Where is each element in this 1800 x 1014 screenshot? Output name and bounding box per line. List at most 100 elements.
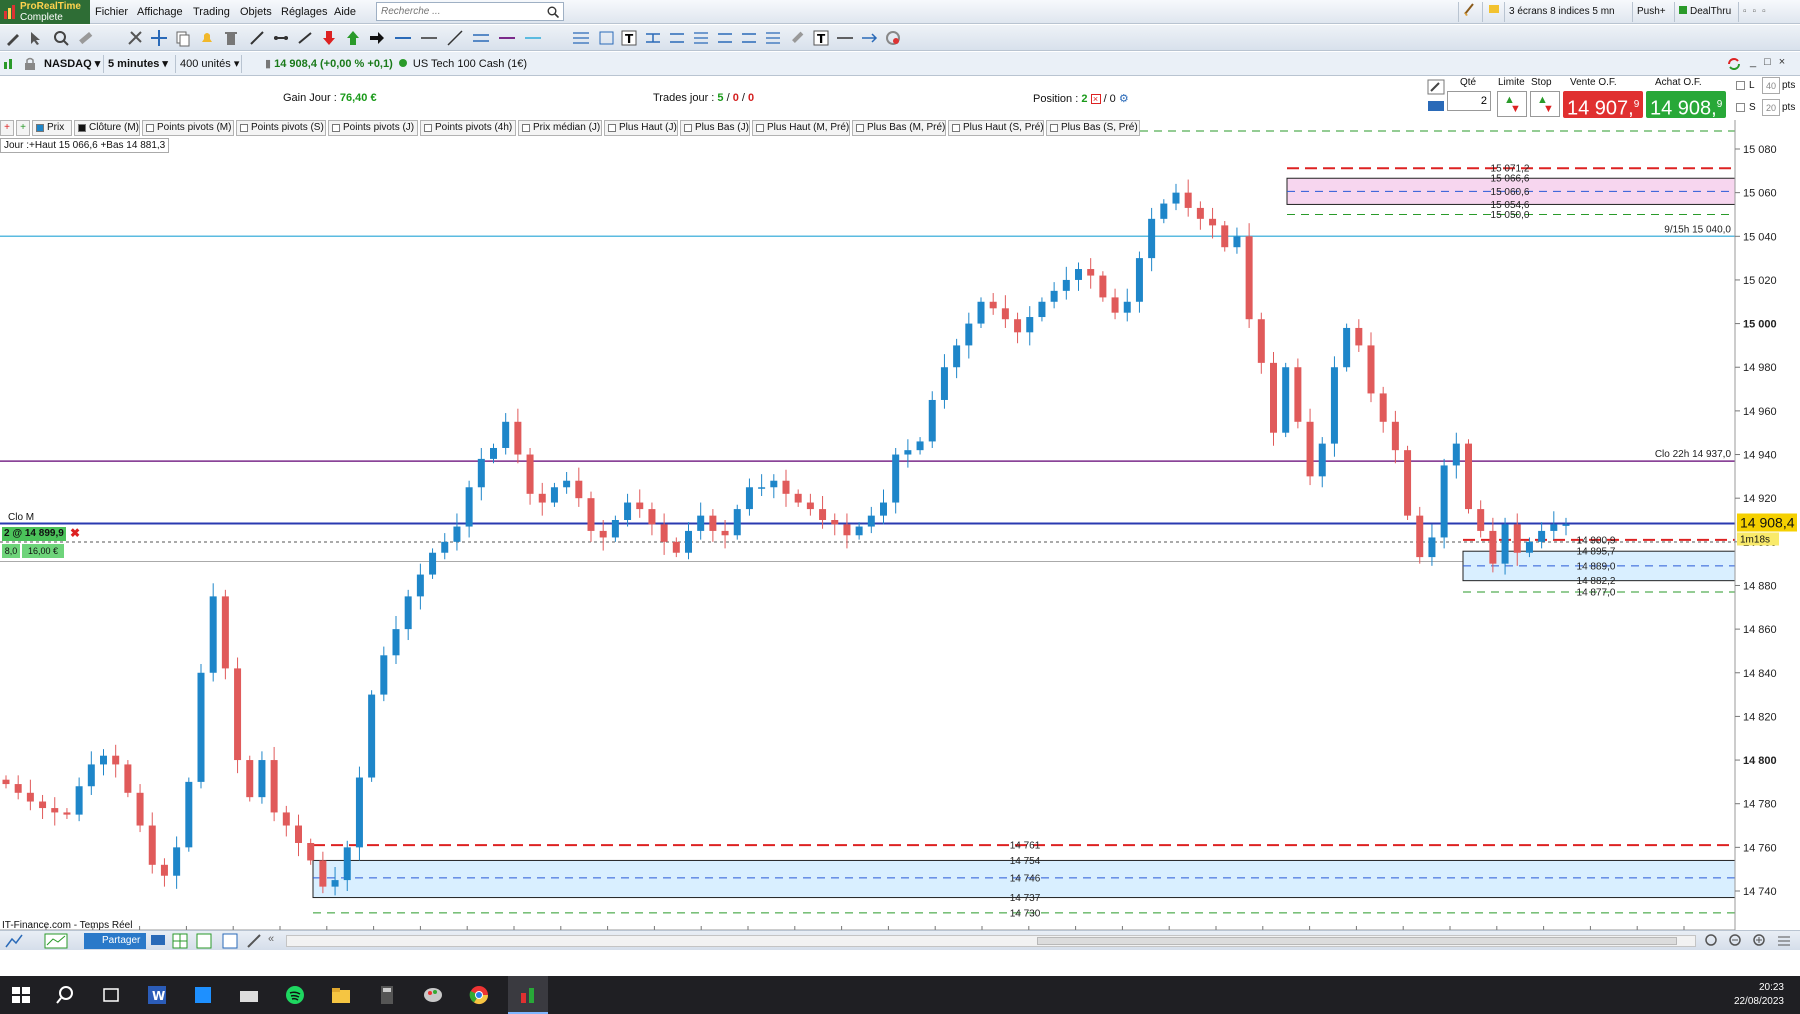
- file-explorer-icon[interactable]: [330, 985, 352, 1005]
- tools-icon[interactable]: [126, 29, 144, 47]
- windows-app-icon[interactable]: [192, 985, 214, 1005]
- trendline-icon[interactable]: [248, 29, 266, 47]
- share-button[interactable]: Partager: [84, 933, 147, 949]
- legend-plus-haut-s[interactable]: Plus Haut (S, Pré): [948, 120, 1044, 136]
- legend-plus-haut-m[interactable]: Plus Haut (M, Pré): [752, 120, 850, 136]
- menu-trading[interactable]: Trading: [193, 6, 230, 18]
- range3-icon[interactable]: [692, 29, 710, 47]
- lock-icon[interactable]: [24, 57, 36, 71]
- horizontal-line-icon[interactable]: [394, 29, 412, 47]
- zoom-fit-icon[interactable]: [1704, 933, 1720, 949]
- legend-plus-bas-m[interactable]: Plus Bas (M, Pré): [852, 120, 946, 136]
- buy-button[interactable]: 14 908,9: [1646, 91, 1726, 120]
- chart-style-icon[interactable]: [44, 933, 68, 949]
- menu-affichage[interactable]: Affichage: [137, 6, 183, 18]
- dealthru-button[interactable]: DealThru: [1674, 2, 1738, 22]
- ruler-icon[interactable]: [76, 29, 94, 47]
- alert-icon[interactable]: [1482, 2, 1504, 22]
- keyboard-icon[interactable]: [1427, 98, 1445, 114]
- menu-objets[interactable]: Objets: [240, 6, 272, 18]
- qty-input[interactable]: [1447, 91, 1491, 111]
- legend-cloture-m[interactable]: Clôture (M): [74, 120, 140, 136]
- cancel-order-icon[interactable]: ✖: [70, 526, 80, 540]
- word-icon[interactable]: W: [146, 985, 168, 1005]
- channel-icon[interactable]: [472, 29, 490, 47]
- menu-reglages[interactable]: Réglages: [281, 6, 327, 18]
- calculator-icon[interactable]: [376, 985, 398, 1005]
- autoscale-icon[interactable]: [1776, 933, 1792, 949]
- zoom-icon[interactable]: [52, 29, 70, 47]
- range5-icon[interactable]: [740, 29, 758, 47]
- add-indicator-alt-icon[interactable]: +: [16, 120, 30, 136]
- l-input[interactable]: [1762, 77, 1780, 94]
- zoom-out-icon[interactable]: [1728, 933, 1744, 949]
- scrollbar-thumb[interactable]: [1037, 937, 1677, 945]
- units-selector[interactable]: 400 unités ▾: [176, 55, 242, 73]
- search-taskbar-icon[interactable]: [54, 985, 76, 1005]
- stop-button[interactable]: ▲ ▼: [1530, 91, 1560, 117]
- trash-icon[interactable]: [222, 29, 240, 47]
- legend-prix-median[interactable]: Prix médian (J): [518, 120, 602, 136]
- grid-icon[interactable]: [172, 933, 188, 949]
- search-icon[interactable]: [547, 6, 559, 18]
- windows-start-icon[interactable]: [10, 985, 32, 1005]
- pencil-icon[interactable]: [4, 29, 22, 47]
- text-icon[interactable]: T: [620, 29, 638, 47]
- edit-icon[interactable]: [598, 29, 616, 47]
- order-tag[interactable]: 2 @ 14 899,9: [2, 527, 66, 541]
- prorealtime-taskbar-button[interactable]: [508, 976, 548, 1014]
- sell-button[interactable]: 14 907,9: [1563, 91, 1643, 120]
- search-input[interactable]: [377, 3, 537, 20]
- limit-button[interactable]: ▲ ▼: [1497, 91, 1527, 117]
- add-indicator-icon[interactable]: +: [0, 120, 14, 136]
- fibonacci-icon[interactable]: [572, 29, 590, 47]
- l-checkbox[interactable]: [1736, 81, 1745, 90]
- task-view-icon[interactable]: [100, 985, 122, 1005]
- legend-pivots-m[interactable]: Points pivots (M): [142, 120, 234, 136]
- dash-icon[interactable]: [836, 29, 854, 47]
- price-chart[interactable]: 15 080 15 060 15 040 15 020 15 000 14 980 14 9…: [0, 120, 1800, 930]
- legend-plus-bas-j[interactable]: Plus Bas (J): [680, 120, 750, 136]
- spotify-icon[interactable]: [284, 985, 306, 1005]
- workspace-selector[interactable]: 3 écrans 8 indices 5 mn: [1504, 2, 1632, 22]
- range2-icon[interactable]: [668, 29, 686, 47]
- ray-icon[interactable]: [296, 29, 314, 47]
- measure-icon[interactable]: [860, 29, 878, 47]
- chart-window-controls[interactable]: _□×: [1750, 56, 1793, 68]
- folder-dark-icon[interactable]: [238, 985, 260, 1005]
- menu-aide[interactable]: Aide: [334, 6, 356, 18]
- s-input[interactable]: [1762, 99, 1780, 116]
- legend-pivots-j[interactable]: Points pivots (J): [328, 120, 418, 136]
- legend-pivots-s[interactable]: Points pivots (S): [236, 120, 326, 136]
- s-checkbox[interactable]: [1736, 103, 1745, 112]
- legend-plus-bas-s[interactable]: Plus Bas (S, Pré): [1046, 120, 1140, 136]
- text2-icon[interactable]: T: [812, 29, 830, 47]
- paint-icon[interactable]: [422, 985, 444, 1005]
- table-icon[interactable]: [196, 933, 212, 949]
- wrench-icon[interactable]: [1427, 79, 1445, 95]
- position-settings-icon[interactable]: ⚙: [1119, 93, 1129, 105]
- window-controls[interactable]: ▫▫▫: [1738, 2, 1800, 22]
- cyan-line-icon[interactable]: [524, 29, 542, 47]
- legend-plus-haut-j[interactable]: Plus Haut (J): [604, 120, 678, 136]
- push-button[interactable]: Push+: [1632, 2, 1674, 22]
- settings-wheel-icon[interactable]: [884, 29, 902, 47]
- arrow-up-green-icon[interactable]: [344, 29, 362, 47]
- move-icon[interactable]: [150, 29, 168, 47]
- close-position-icon[interactable]: ×: [1090, 94, 1101, 104]
- arrow-right-icon[interactable]: [368, 29, 386, 47]
- drawing-mode-icon[interactable]: [4, 933, 24, 949]
- menu-fichier[interactable]: Fichier: [95, 6, 128, 18]
- line-icon[interactable]: [420, 29, 438, 47]
- screener-icon[interactable]: [222, 933, 238, 949]
- chrome-icon[interactable]: [468, 985, 490, 1005]
- range6-icon[interactable]: [764, 29, 782, 47]
- refresh-icon[interactable]: [1726, 56, 1742, 72]
- copy-icon[interactable]: [174, 29, 192, 47]
- market-selector[interactable]: NASDAQ ▾: [40, 55, 104, 73]
- horizontal-scrollbar[interactable]: [286, 935, 1696, 947]
- purple-line-icon[interactable]: [498, 29, 516, 47]
- bell-icon[interactable]: [198, 29, 216, 47]
- diagonal-icon[interactable]: [446, 29, 464, 47]
- segment-icon[interactable]: [272, 29, 290, 47]
